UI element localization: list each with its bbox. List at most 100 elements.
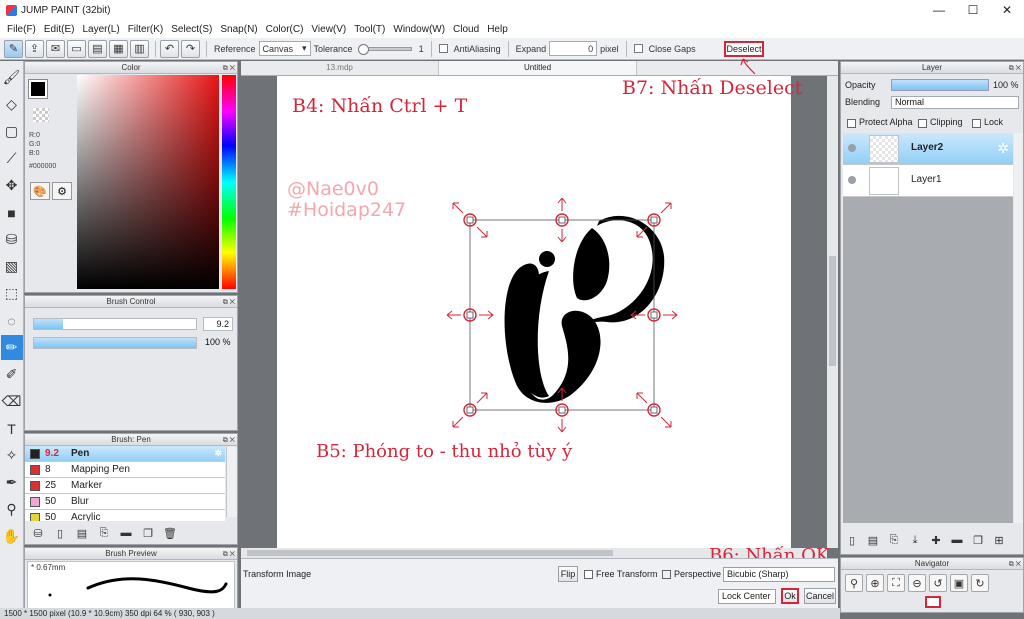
- palette-settings-icon[interactable]: ⚙: [52, 182, 72, 200]
- canvas-area[interactable]: [241, 76, 838, 558]
- rotate-right-icon[interactable]: ↻: [971, 574, 989, 592]
- brush-bucket-icon[interactable]: ⛁: [29, 524, 47, 542]
- brush-list-scrollbar[interactable]: [226, 447, 237, 517]
- tab-13mdp[interactable]: 13.mdp: [241, 61, 439, 75]
- brush-item-pen[interactable]: 9.2 Pen ✲: [25, 446, 225, 462]
- menu-view[interactable]: View(V): [307, 24, 350, 35]
- zoom-out-icon[interactable]: ⊖: [908, 574, 926, 592]
- layer-item-layer2[interactable]: Layer2 ✲: [843, 133, 1013, 165]
- share-icon[interactable]: ⇪: [25, 39, 44, 58]
- protect-alpha-checkbox[interactable]: [847, 119, 856, 128]
- canvas-paper[interactable]: [277, 76, 791, 548]
- navigator-thumbnail[interactable]: [925, 596, 941, 608]
- brush-size-value[interactable]: 9.2: [203, 317, 233, 331]
- close-gaps-checkbox[interactable]: [633, 44, 643, 53]
- menu-cloud[interactable]: Cloud: [449, 24, 483, 35]
- ok-button[interactable]: Ok: [781, 588, 799, 604]
- panel-close-icon[interactable]: ⧉ ✕: [223, 435, 235, 446]
- close-window-button[interactable]: ✕: [990, 0, 1024, 20]
- pen-mode-icon[interactable]: ✎: [4, 39, 23, 58]
- select-pen-tool-icon[interactable]: ✐: [1, 362, 23, 387]
- layer-add-icon[interactable]: ✚: [927, 531, 945, 549]
- flip-button[interactable]: Flip: [558, 566, 578, 582]
- tab-untitled[interactable]: Untitled: [439, 61, 637, 75]
- layer-duplicate-icon[interactable]: ❐: [969, 531, 987, 549]
- layer-item-layer1[interactable]: Layer1: [843, 165, 1013, 197]
- visibility-icon[interactable]: [848, 144, 856, 152]
- menu-file[interactable]: File(F): [3, 24, 40, 35]
- folder-icon[interactable]: ▬: [948, 531, 966, 549]
- scrollbar-thumb[interactable]: [247, 550, 613, 556]
- brush-opacity-slider[interactable]: [33, 337, 197, 349]
- dropper-tool-icon[interactable]: ✒: [1, 470, 23, 495]
- new-layer-alt-icon[interactable]: ▤: [864, 531, 882, 549]
- chart-icon[interactable]: ▥: [130, 39, 149, 58]
- minimize-button[interactable]: —: [922, 0, 956, 20]
- page-icon[interactable]: ▤: [88, 39, 107, 58]
- bucket-tool-icon[interactable]: ⛁: [1, 227, 23, 252]
- magic-wand-tool-icon[interactable]: ✧: [1, 443, 23, 468]
- layer-opacity-slider[interactable]: [891, 79, 989, 91]
- panel-close-icon[interactable]: ⧉ ✕: [223, 549, 235, 560]
- gear-icon[interactable]: ✲: [214, 448, 222, 459]
- rectangle-tool-icon[interactable]: ▢: [1, 119, 23, 144]
- free-transform-checkbox[interactable]: [584, 570, 593, 579]
- menu-help[interactable]: Help: [483, 24, 512, 35]
- hue-slider[interactable]: [222, 75, 236, 289]
- grid-icon[interactable]: ▦: [109, 39, 128, 58]
- saturation-value-picker[interactable]: [77, 75, 219, 289]
- eraser-tool-icon[interactable]: ◇: [1, 92, 23, 117]
- text-tool-icon[interactable]: T: [1, 416, 23, 441]
- menu-window[interactable]: Window(W): [389, 24, 449, 35]
- clipping-checkbox[interactable]: [918, 119, 927, 128]
- antialiasing-checkbox[interactable]: [438, 44, 448, 53]
- visibility-icon[interactable]: [848, 176, 856, 184]
- hand-tool-icon[interactable]: ✋: [1, 524, 23, 549]
- monitor-icon[interactable]: ▭: [67, 39, 86, 58]
- blending-select[interactable]: Normal: [891, 96, 1019, 109]
- brush-folder-icon[interactable]: ▬: [117, 524, 135, 542]
- brush-item-blur[interactable]: 50 Blur: [25, 494, 225, 510]
- select-eraser-tool-icon[interactable]: ⌫: [1, 389, 23, 414]
- menu-filter[interactable]: Filter(K): [124, 24, 168, 35]
- gear-icon[interactable]: ✲: [997, 140, 1009, 157]
- zoom-in-icon[interactable]: ⊕: [866, 574, 884, 592]
- brush-item-marker[interactable]: 25 Marker: [25, 478, 225, 494]
- cancel-button[interactable]: Cancel: [804, 588, 836, 604]
- interpolation-select[interactable]: Bicubic (Sharp): [723, 567, 835, 582]
- brush-size-slider[interactable]: [33, 318, 197, 330]
- panel-close-icon[interactable]: ⧉ ✕: [223, 63, 235, 74]
- expand-input[interactable]: 0: [549, 41, 598, 56]
- deselect-button[interactable]: Deselect: [724, 41, 764, 57]
- move-tool-icon[interactable]: ✥: [1, 173, 23, 198]
- eyedropper-tool-icon[interactable]: ⚲: [1, 497, 23, 522]
- artwork-svg[interactable]: [277, 76, 791, 548]
- menu-tool[interactable]: Tool(T): [350, 24, 389, 35]
- new-brush-icon[interactable]: ▯: [51, 524, 69, 542]
- new-layer-icon[interactable]: ▯: [843, 531, 861, 549]
- perspective-checkbox[interactable]: [662, 570, 671, 579]
- pen-tool-icon[interactable]: ✏: [0, 335, 23, 360]
- menu-snap[interactable]: Snap(N): [216, 24, 261, 35]
- zoom-icon[interactable]: ⚲: [845, 574, 863, 592]
- tolerance-slider[interactable]: [357, 43, 412, 55]
- layer-settings-icon[interactable]: ⊞: [990, 531, 1008, 549]
- brush-tool-icon[interactable]: 🖌: [1, 65, 23, 90]
- scrollbar-thumb[interactable]: [829, 256, 836, 366]
- select-rect-tool-icon[interactable]: ⬚: [1, 281, 23, 306]
- line-tool-icon[interactable]: ⟋: [1, 146, 23, 171]
- reset-view-icon[interactable]: ▣: [950, 574, 968, 592]
- lock-checkbox[interactable]: [972, 119, 981, 128]
- undo-icon[interactable]: ↶: [160, 39, 179, 58]
- fit-icon[interactable]: ⛶: [887, 574, 905, 592]
- menu-edit[interactable]: Edit(E): [40, 24, 79, 35]
- layer-merge-icon[interactable]: ⤓: [906, 531, 924, 549]
- comment-icon[interactable]: ✉: [46, 39, 65, 58]
- panel-close-icon[interactable]: ⧉ ✕: [223, 297, 235, 308]
- transparent-swatch[interactable]: [33, 108, 49, 122]
- brush-copy-icon[interactable]: ⎘: [95, 524, 113, 542]
- trash-icon[interactable]: 🗑: [161, 524, 179, 542]
- gradient-tool-icon[interactable]: ▧: [1, 254, 23, 279]
- brush-item-acrylic[interactable]: 50 Acrylic: [25, 510, 225, 521]
- palette-icon[interactable]: 🎨: [30, 182, 50, 200]
